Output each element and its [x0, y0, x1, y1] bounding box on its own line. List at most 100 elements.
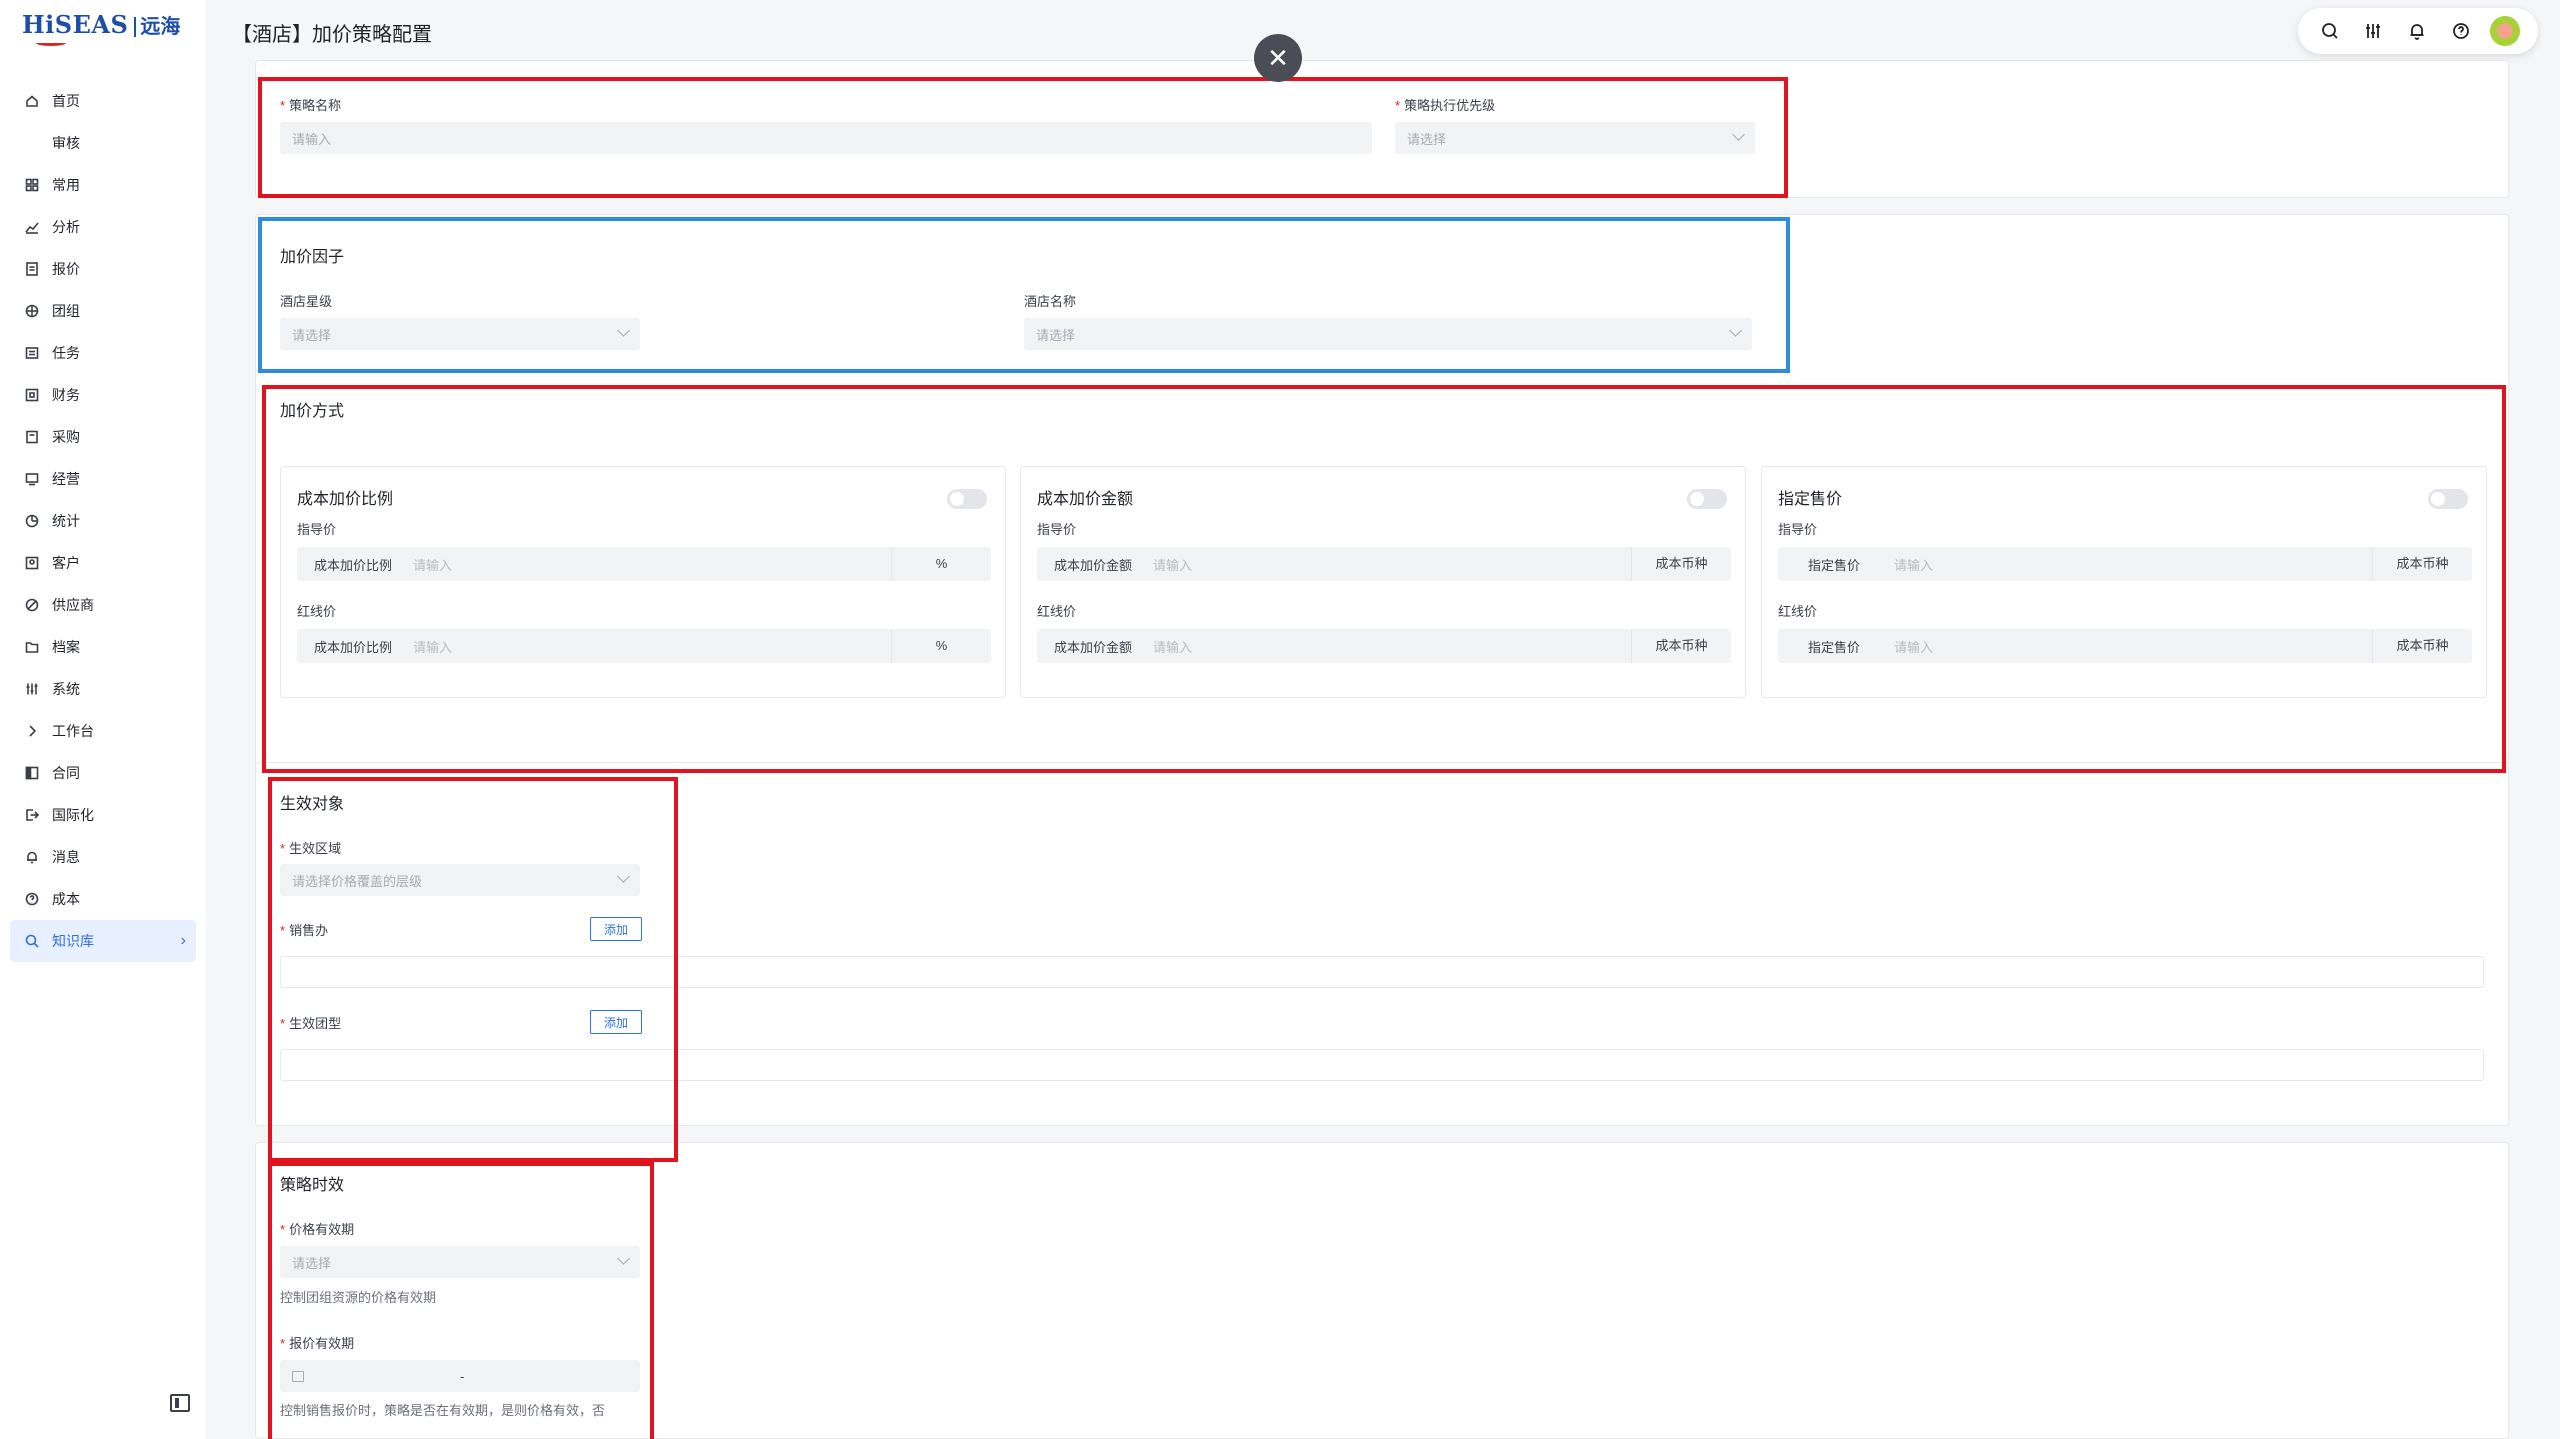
red-line-price-input-group: 成本加价金额 请输入 成本币种 — [1037, 629, 1731, 663]
guide-price-label: 指导价 — [297, 522, 337, 537]
input-suffix: 成本币种 — [2372, 547, 2472, 581]
brand-name: HiSEAS — [22, 10, 129, 39]
input-suffix: % — [891, 629, 991, 663]
method-card-title: 成本加价比例 — [297, 491, 394, 508]
sidebar-item-15[interactable]: 工作台 — [10, 710, 196, 752]
help-icon[interactable] — [2447, 17, 2475, 45]
sidebar-item-label: 团组 — [52, 303, 80, 319]
top-toolbar — [2298, 8, 2538, 54]
sidebar-item-13[interactable]: 档案 — [10, 626, 196, 668]
input-suffix: % — [891, 547, 991, 581]
price-valid-select[interactable]: 请选择 — [280, 1246, 640, 1278]
sidebar-item-9[interactable]: 经营 — [10, 458, 196, 500]
sales-office-label-text: 销售办 — [289, 923, 329, 938]
finance-icon — [22, 385, 42, 405]
search-icon[interactable] — [2316, 17, 2344, 45]
factor-title: 加价因子 — [280, 249, 345, 266]
red-line-price-input[interactable]: 请输入 — [1149, 637, 1631, 656]
close-icon[interactable]: ✕ — [1254, 34, 1302, 82]
sidebar-item-label: 统计 — [52, 513, 80, 529]
method-toggle[interactable] — [947, 489, 987, 509]
chevron-down-icon — [1732, 128, 1745, 141]
sidebar-item-16[interactable]: 合同 — [10, 752, 196, 794]
sidebar-item-label: 合同 — [52, 765, 80, 781]
strategy-name-label-text: 策略名称 — [289, 98, 342, 113]
sidebar-item-1[interactable]: 审核 — [10, 122, 196, 164]
pie-icon — [22, 511, 42, 531]
bell-icon[interactable] — [2403, 17, 2431, 45]
bell-icon — [22, 847, 42, 867]
brand-sub: 远海 — [134, 17, 180, 37]
avatar[interactable] — [2490, 16, 2521, 46]
sidebar-item-label: 采购 — [52, 429, 80, 445]
guide-price-input-group: 成本加价比例 请输入% — [297, 547, 991, 581]
sidebar-item-label: 报价 — [52, 261, 80, 277]
hotel-star-select[interactable]: 请选择 — [280, 318, 640, 350]
sidebar-item-label: 审核 — [52, 135, 80, 151]
sidebar: HiSEAS 远海 首页审核常用 分析报价团组任务 财务采购经营统计客户 供应商 档案系… — [0, 0, 206, 1439]
chevron-down-icon — [1729, 324, 1742, 337]
sidebar-item-label: 首页 — [52, 93, 80, 109]
sidebar-item-0[interactable]: 首页 — [10, 80, 196, 122]
sidebar-item-19[interactable]: 成本 — [10, 878, 196, 920]
chevron-down-icon — [617, 870, 630, 883]
guide-price-label: 指导价 — [1778, 522, 1818, 537]
brand-logo[interactable]: HiSEAS 远海 — [22, 10, 180, 46]
guide-price-input[interactable]: 请输入 — [409, 555, 891, 574]
sidebar-item-2[interactable]: 常用 — [10, 164, 196, 206]
strategy-name-input[interactable]: 请输入 — [280, 122, 1372, 154]
sidebar-item-5[interactable]: 团组 — [10, 290, 196, 332]
hotel-name-label: 酒店名称 — [1024, 294, 1077, 309]
page-title: 【酒店】加价策略配置 — [232, 24, 432, 46]
sidebar-item-7[interactable]: 财务 — [10, 374, 196, 416]
sidebar-item-10[interactable]: 统计 — [10, 500, 196, 542]
hotel-name-select[interactable]: 请选择 — [1024, 318, 1752, 350]
sidebar-item-label: 工作台 — [52, 723, 94, 739]
sales-office-list — [280, 956, 2484, 988]
range-separator: - — [460, 1368, 465, 1384]
sidebar-item-label: 成本 — [52, 891, 80, 907]
method-toggle[interactable] — [1687, 489, 1727, 509]
sidebar-item-11[interactable]: 客户 — [10, 542, 196, 584]
quote-icon — [22, 259, 42, 279]
sidebar-item-18[interactable]: 消息 — [10, 836, 196, 878]
main-content: * 策略名称 请输入 * 策略执行优先级 请选择 加价因子 酒店星级 请选择 酒店名… — [208, 60, 2560, 1439]
red-line-price-input[interactable]: 请输入 — [409, 637, 891, 656]
priority-select[interactable]: 请选择 — [1395, 122, 1755, 154]
quote-valid-label-text: 报价有效期 — [289, 1336, 355, 1351]
chevron-down-icon — [617, 324, 630, 337]
add-group-type-button[interactable]: 添加 — [590, 1010, 642, 1034]
sidebar-item-14[interactable]: 系统 — [10, 668, 196, 710]
contract-icon — [22, 763, 42, 783]
guide-price-input[interactable]: 请输入 — [1149, 555, 1631, 574]
sliders-icon[interactable] — [2359, 17, 2387, 45]
chevron-right-icon — [22, 721, 42, 741]
sidebar-item-8[interactable]: 采购 — [10, 416, 196, 458]
sidebar-item-label: 国际化 — [52, 807, 94, 823]
red-line-price-input[interactable]: 请输入 — [1890, 637, 2372, 656]
red-line-price-label: 红线价 — [297, 604, 337, 619]
quote-valid-range[interactable]: - — [280, 1360, 640, 1392]
price-valid-label-text: 价格有效期 — [289, 1222, 355, 1237]
sidebar-item-4[interactable]: 报价 — [10, 248, 196, 290]
add-sales-office-button[interactable]: 添加 — [590, 917, 642, 941]
sidebar-item-6[interactable]: 任务 — [10, 332, 196, 374]
settings-icon — [22, 679, 42, 699]
sidebar-collapse-icon[interactable] — [170, 1394, 190, 1412]
blank-icon — [22, 133, 42, 153]
red-line-price-input-group: 成本加价比例 请输入% — [297, 629, 991, 663]
region-select[interactable]: 请选择价格覆盖的层级 — [280, 864, 640, 896]
sidebar-item-17[interactable]: 国际化 — [10, 794, 196, 836]
guide-price-input[interactable]: 请输入 — [1890, 555, 2372, 574]
group-type-list — [280, 1049, 2484, 1081]
method-card-0: 成本加价比例 指导价 成本加价比例 请输入% 红线价 成本加价比例 请输入% — [280, 466, 1006, 698]
method-card-1: 成本加价金额 指导价 成本加价金额 请输入 成本币种 红线价 成本加价金额 请输入 成本币种 — [1020, 466, 1746, 698]
method-toggle[interactable] — [2428, 489, 2468, 509]
hotel-star-label: 酒店星级 — [280, 294, 333, 309]
customer-icon — [22, 553, 42, 573]
guide-price-input-group: 成本加价金额 请输入 成本币种 — [1037, 547, 1731, 581]
price-valid-value: 请选择 — [292, 1255, 332, 1271]
sidebar-item-20[interactable]: 知识库 › — [10, 920, 196, 962]
sidebar-item-12[interactable]: 供应商 — [10, 584, 196, 626]
sidebar-item-3[interactable]: 分析 — [10, 206, 196, 248]
